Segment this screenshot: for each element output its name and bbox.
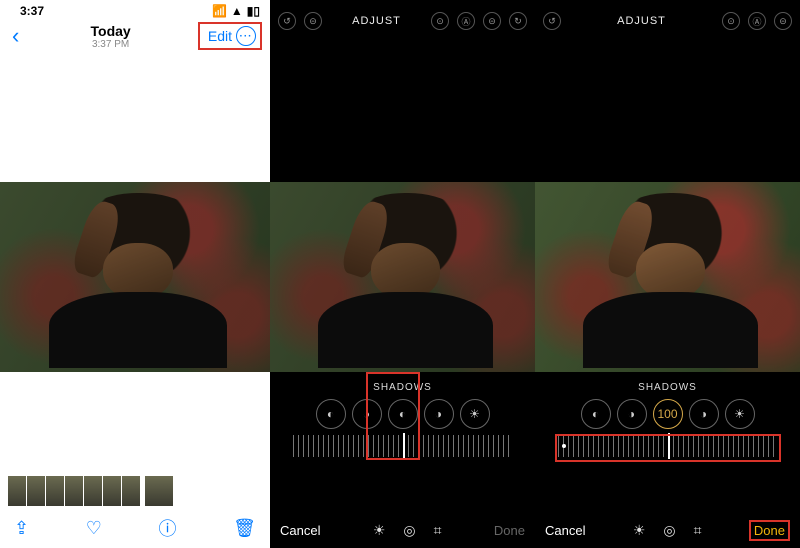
crop-mode-icon[interactable]: ⌗ <box>694 522 702 539</box>
adjust-option-5[interactable]: ☀ <box>460 399 490 429</box>
undo-icon[interactable]: ↺ <box>543 12 561 30</box>
adjust-controls: SHADOWS ◐ ◑ 100 ◑ ☀ <box>535 372 800 512</box>
more-icon[interactable]: ⊝ <box>483 12 501 30</box>
redo-icon[interactable]: ↻ <box>509 12 527 30</box>
status-indicators: 📶 ▲ ▮▯ <box>212 4 260 18</box>
spacer <box>0 372 270 476</box>
auto-icon[interactable]: Ⓐ <box>748 12 766 30</box>
title-block: Today 3:37 PM <box>23 23 198 50</box>
photos-view-panel: 3:37 📶 ▲ ▮▯ ‹ Today 3:37 PM Edit ··· ⇪ ♡… <box>0 0 270 548</box>
signal-icon: 📶 <box>212 4 227 18</box>
highlight-shadows-option <box>366 372 420 460</box>
trash-icon[interactable]: 🗑 <box>233 518 256 539</box>
thumbnail-strip[interactable] <box>0 476 270 508</box>
undo-icon[interactable]: ↺ <box>278 12 296 30</box>
edit-top-bar: ↺ ADJUST ⊙ Ⓐ ⊝ <box>535 0 800 42</box>
edit-panel-after: ↺ ADJUST ⊙ Ⓐ ⊝ SHADOWS ◐ ◑ 100 ◑ ☀ Cance… <box>535 0 800 548</box>
adjust-label: ADJUST <box>352 15 401 27</box>
filters-mode-icon[interactable]: ◎ <box>403 522 415 539</box>
cancel-button[interactable]: Cancel <box>545 523 585 538</box>
tool-strip: ⊙ Ⓐ ⊝ <box>722 12 792 30</box>
highlight-slider <box>555 434 781 462</box>
adjust-mode-icon[interactable]: ☀ <box>633 522 646 539</box>
adjust-option-4[interactable]: ◑ <box>689 399 719 429</box>
spacer <box>270 42 535 182</box>
photo-preview[interactable] <box>535 182 800 372</box>
favorite-icon[interactable]: ♡ <box>86 518 102 539</box>
subtitle: 3:37 PM <box>23 39 198 50</box>
cancel-button[interactable]: Cancel <box>280 523 320 538</box>
auto-icon[interactable]: Ⓐ <box>457 12 475 30</box>
battery-icon: ▮▯ <box>247 4 260 18</box>
more-icon[interactable]: ⊝ <box>774 12 792 30</box>
adjust-option-1[interactable]: ◐ <box>316 399 346 429</box>
status-time: 3:37 <box>20 4 44 18</box>
eye-icon[interactable]: ⊙ <box>431 12 449 30</box>
undo-strip: ↺ <box>543 12 561 30</box>
adjust-label: ADJUST <box>617 15 666 27</box>
adjust-option-shadows-value[interactable]: 100 <box>653 399 683 429</box>
tool-icon[interactable]: ⊝ <box>304 12 322 30</box>
share-icon[interactable]: ⇪ <box>14 518 29 539</box>
eye-icon[interactable]: ⊙ <box>722 12 740 30</box>
tool-strip: ⊙ Ⓐ ⊝ ↻ <box>431 12 527 30</box>
done-button[interactable]: Done <box>494 523 525 538</box>
edit-button[interactable]: Edit <box>208 28 232 44</box>
adjust-presets: ◐ ◑ 100 ◑ ☀ <box>535 399 800 429</box>
adjust-controls: SHADOWS ◐ ◑ ◐ ◑ ☀ <box>270 372 535 512</box>
edit-highlight: Edit ··· <box>198 22 262 50</box>
adjust-caption: SHADOWS <box>638 382 697 393</box>
edit-bottom-bar: Cancel ☀ ◎ ⌗ Done <box>535 512 800 548</box>
spacer <box>535 42 800 182</box>
more-button[interactable]: ··· <box>236 26 256 46</box>
photo-preview[interactable] <box>0 182 270 372</box>
adjust-mode-icon[interactable]: ☀ <box>373 522 386 539</box>
info-icon[interactable]: ⓘ <box>158 515 176 541</box>
edit-bottom-bar: Cancel ☀ ◎ ⌗ Done <box>270 512 535 548</box>
done-button[interactable]: Done <box>749 520 790 541</box>
status-bar: 3:37 📶 ▲ ▮▯ <box>0 0 270 18</box>
wifi-icon: ▲ <box>231 4 243 18</box>
edit-top-bar: ↺ ⊝ ADJUST ⊙ Ⓐ ⊝ ↻ <box>270 0 535 42</box>
mode-icons: ☀ ◎ ⌗ <box>633 522 702 539</box>
title: Today <box>23 23 198 39</box>
nav-header: ‹ Today 3:37 PM Edit ··· <box>0 18 270 54</box>
filters-mode-icon[interactable]: ◎ <box>663 522 675 539</box>
back-button[interactable]: ‹ <box>8 23 23 49</box>
undo-strip: ↺ ⊝ <box>278 12 322 30</box>
photo-preview[interactable] <box>270 182 535 372</box>
mode-icons: ☀ ◎ ⌗ <box>373 522 442 539</box>
adjust-option-2[interactable]: ◑ <box>617 399 647 429</box>
bottom-toolbar: ⇪ ♡ ⓘ 🗑 <box>0 508 270 548</box>
adjust-option-1[interactable]: ◐ <box>581 399 611 429</box>
edit-panel-before: ↺ ⊝ ADJUST ⊙ Ⓐ ⊝ ↻ SHADOWS ◐ ◑ ◐ ◑ ☀ Can… <box>270 0 535 548</box>
adjust-option-4[interactable]: ◑ <box>424 399 454 429</box>
adjust-option-5[interactable]: ☀ <box>725 399 755 429</box>
crop-mode-icon[interactable]: ⌗ <box>434 522 442 539</box>
spacer <box>0 54 270 182</box>
